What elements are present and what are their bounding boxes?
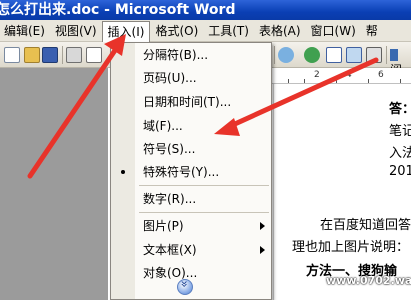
menu-tools[interactable]: 工具(T) (203, 21, 254, 41)
doc-line: 笔记 (389, 124, 411, 139)
ruler-tick (304, 79, 305, 83)
window-title: 怎么打出来.doc - Microsoft Word (0, 2, 236, 18)
doc-line: 入法 (389, 146, 411, 161)
toolbar-separator (274, 46, 275, 64)
menu-table[interactable]: 表格(A) (254, 21, 306, 41)
menu-item-field[interactable]: 域(F)... (111, 115, 271, 137)
print-preview-icon[interactable] (86, 47, 102, 63)
watermark: www.0702.wang (326, 274, 411, 287)
submenu-arrow-icon (260, 246, 265, 254)
reading-icon (390, 48, 398, 61)
undo-icon[interactable] (278, 47, 294, 63)
menu-item-label: 图片(P) (143, 219, 184, 233)
menu-bar: 编辑(E) 视图(V) 插入(I) 格式(O) 工具(T) 表格(A) 窗口(W… (0, 20, 411, 43)
menu-item-label: 页码(U)... (143, 71, 197, 85)
menu-item-picture[interactable]: 图片(P) (111, 215, 271, 237)
doc-line: 答： (389, 102, 411, 117)
menu-item-number[interactable]: 数字(R)... (111, 188, 271, 210)
tables-icon-2[interactable] (346, 47, 362, 63)
menu-separator (139, 212, 269, 213)
special-symbol-icon (121, 170, 125, 174)
menu-item-date-time[interactable]: 日期和时间(T)... (111, 91, 271, 113)
ruler-tick (336, 79, 337, 83)
menu-view[interactable]: 视图(V) (50, 21, 102, 41)
menu-item-page-numbers[interactable]: 页码(U)... (111, 67, 271, 89)
ruler-number: 2 (314, 70, 320, 80)
menu-item-label: 分隔符(B)... (143, 48, 209, 62)
menu-item-text-box[interactable]: 文本框(X) (111, 239, 271, 261)
horizontal-ruler[interactable]: 2 4 6 (256, 68, 411, 84)
menu-separator (139, 185, 269, 186)
reading-button[interactable]: 阅 (390, 47, 411, 77)
new-doc-icon[interactable] (4, 47, 20, 63)
menu-item-label: 域(F)... (143, 119, 183, 133)
open-icon[interactable] (24, 47, 40, 63)
menu-edit[interactable]: 编辑(E) (0, 21, 50, 41)
columns-icon[interactable] (366, 47, 382, 63)
menu-item-label: 文本框(X) (143, 243, 197, 257)
title-bar: 怎么打出来.doc - Microsoft Word (0, 0, 411, 20)
menu-insert[interactable]: 插入(I) (101, 20, 151, 43)
save-icon[interactable] (42, 47, 58, 63)
document-area[interactable]: 答： 笔记 入法 201 在百度知道回答 理也加上图片说明： 方法一、搜狗输 (274, 84, 411, 300)
doc-line: 在百度知道回答 (320, 218, 411, 233)
doc-line: 201 (389, 164, 411, 179)
toolbar-separator (386, 46, 387, 64)
menu-item-label: 日期和时间(T)... (143, 95, 232, 109)
menu-item-symbol[interactable]: 符号(S)... (111, 138, 271, 160)
ruler-tick (288, 79, 289, 83)
submenu-arrow-icon (260, 222, 265, 230)
menu-item-break[interactable]: 分隔符(B)... (111, 44, 271, 66)
insert-menu-dropdown: 分隔符(B)... 页码(U)... 日期和时间(T)... 域(F)... 符… (110, 42, 272, 300)
menu-item-special-symbol[interactable]: 特殊符号(Y)... (111, 161, 271, 183)
doc-line: 理也加上图片说明： (292, 240, 410, 255)
expand-menu-icon[interactable] (177, 279, 193, 295)
tables-icon[interactable] (326, 47, 342, 63)
menu-format[interactable]: 格式(O) (150, 21, 203, 41)
ruler-tick (400, 79, 401, 83)
menu-window[interactable]: 窗口(W) (306, 21, 361, 41)
ruler-tick (368, 79, 369, 83)
menu-item-label: 符号(S)... (143, 142, 196, 156)
hyperlink-icon[interactable] (304, 47, 320, 63)
print-icon[interactable] (66, 47, 82, 63)
menu-item-label: 数字(R)... (143, 192, 197, 206)
ruler-number: 4 (346, 70, 352, 80)
menu-item-label: 特殊符号(Y)... (143, 165, 220, 179)
toolbar-separator (62, 46, 63, 64)
menu-help[interactable]: 帮 (361, 21, 383, 41)
left-gray-area (0, 68, 108, 300)
ruler-number: 6 (378, 70, 384, 80)
